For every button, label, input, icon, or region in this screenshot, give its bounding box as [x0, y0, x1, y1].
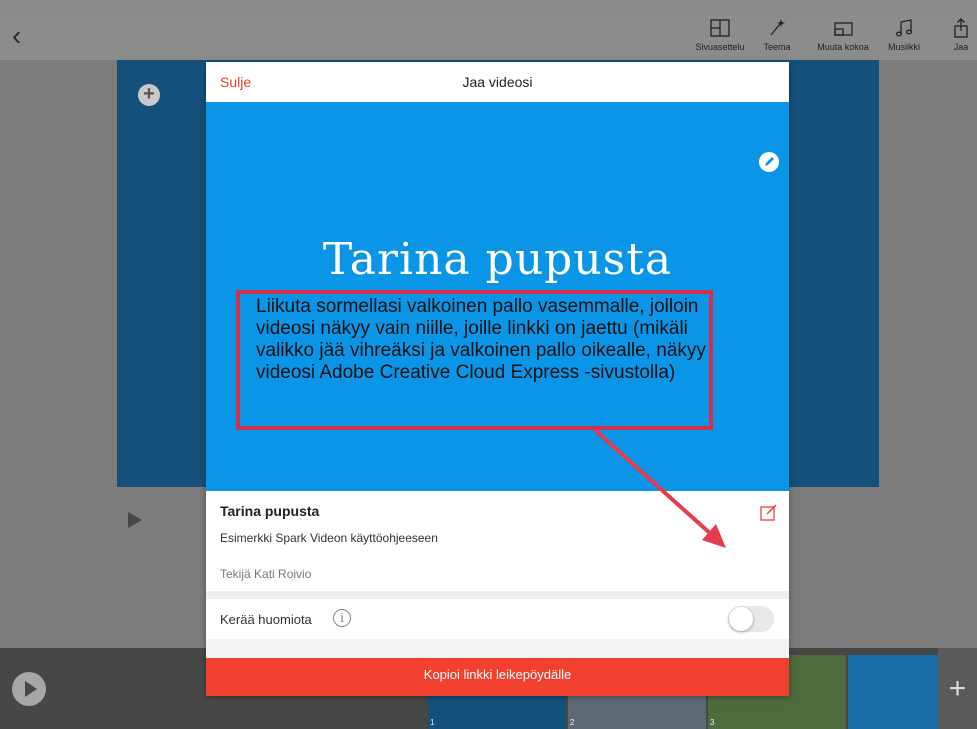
thumbnail-number: 3: [710, 718, 715, 727]
share-button[interactable]: Jaa: [946, 18, 976, 52]
edit-pencil-icon[interactable]: [759, 152, 779, 172]
info-icon[interactable]: i: [333, 609, 351, 627]
dialog-header: Sulje Jaa videosi: [206, 62, 789, 102]
callout-text: Liikuta sormellasi valkoinen pallo vasem…: [256, 296, 706, 383]
dialog-title: Jaa videosi: [462, 74, 533, 90]
resize-button[interactable]: Muuta kokoa: [811, 18, 875, 52]
instruction-callout: Liikuta sormellasi valkoinen pallo vasem…: [236, 290, 713, 430]
promote-toggle-row: Kerää huomiota i: [206, 599, 789, 639]
edit-details-icon[interactable]: [760, 503, 778, 526]
separator: [206, 591, 789, 599]
thumbnail-number: 2: [570, 718, 575, 727]
preview-title: Tarina pupusta: [322, 234, 673, 285]
video-description: Esimerkki Spark Videon käyttöohjeeseen: [220, 531, 438, 545]
share-label: Jaa: [953, 42, 969, 52]
app-background: ‹ Sivuasettelu Teema Muuta kokoa Musiikk…: [0, 0, 977, 729]
video-title: Tarina pupusta: [220, 503, 320, 519]
status-bar: [0, 0, 977, 10]
share-icon: [946, 18, 976, 42]
video-author: Tekijä Kati Roivio: [220, 567, 312, 581]
top-toolbar: ‹ Sivuasettelu Teema Muuta kokoa Musiikk…: [0, 10, 977, 60]
theme-button[interactable]: Teema: [755, 18, 799, 52]
preview-play-icon[interactable]: [128, 512, 142, 528]
play-button-icon[interactable]: [12, 672, 46, 706]
theme-label: Teema: [763, 42, 791, 52]
copy-link-button[interactable]: Kopioi linkki leikepöydälle: [206, 658, 789, 696]
thumbnail-number: 1: [430, 718, 435, 727]
music-label: Musiikki: [887, 42, 920, 52]
music-note-icon: [876, 18, 932, 42]
music-button[interactable]: Musiikki: [876, 18, 932, 52]
layout-button[interactable]: Sivuasettelu: [690, 18, 750, 52]
resize-icon: [811, 18, 875, 42]
slide-thumbnail[interactable]: [848, 655, 938, 729]
promote-toggle[interactable]: [728, 606, 774, 632]
add-slide-plus-icon[interactable]: +: [938, 648, 977, 729]
resize-label: Muuta kokoa: [817, 42, 869, 52]
promote-toggle-label: Kerää huomiota: [220, 612, 312, 627]
add-content-plus-icon[interactable]: +: [138, 84, 160, 106]
layout-icon: [690, 18, 750, 42]
theme-wand-icon: [755, 18, 799, 42]
video-details: Tarina pupusta Esimerkki Spark Videon kä…: [206, 491, 789, 591]
layout-label: Sivuasettelu: [695, 42, 745, 52]
toggle-knob[interactable]: [729, 607, 753, 631]
back-chevron-icon[interactable]: ‹: [12, 22, 21, 50]
